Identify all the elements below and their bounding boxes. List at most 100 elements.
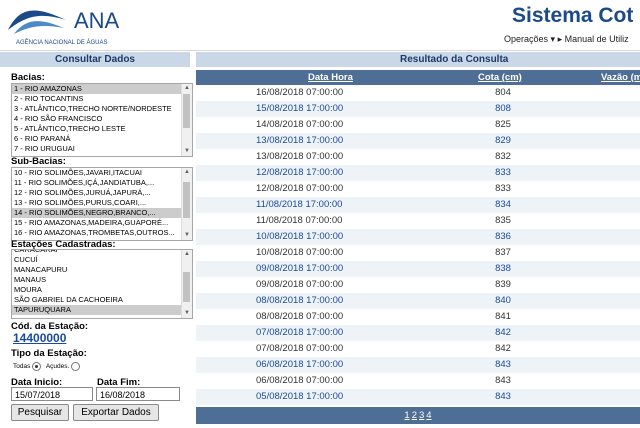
scroll-down-icon[interactable]: ▼ [182,231,192,240]
scrollbar-thumb[interactable] [183,272,190,302]
subbacias-scrollbar[interactable]: ▲ ▼ [181,168,192,240]
radio-todas[interactable] [32,362,42,371]
table-row: 11/08/2018 17:00:00 834 [196,197,640,213]
subbacia-option[interactable]: 16 - RIO AMAZONAS,TROMBETAS,OUTROS... [12,228,192,238]
scroll-down-icon[interactable]: ▼ [182,309,192,318]
logo-subtitle: AGÊNCIA NACIONAL DE ÁGUAS [16,40,108,46]
scroll-up-icon[interactable]: ▲ [182,84,192,93]
radio-acudes[interactable] [71,362,81,371]
tipo-radio-group: Todas Açudes. [13,362,83,371]
cell-datetime: 10/08/2018 17:00:00 [256,231,344,242]
cell-cota: 836 [495,231,511,242]
estacao-option[interactable]: TAPURUQUARA [12,305,192,315]
bacia-option[interactable]: 2 - RIO TOCANTINS [12,94,192,104]
cell-datetime: 11/08/2018 07:00:00 [256,215,343,226]
ana-wave-icon [8,10,66,34]
pesquisar-button[interactable]: Pesquisar [11,404,69,421]
bacia-option[interactable]: 7 - RIO URUGUAI [12,144,192,154]
cell-cota: 837 [495,247,511,258]
ana-logo: ANA AGÊNCIA NACIONAL DE ÁGUAS [6,2,126,46]
estacoes-scrollbar[interactable]: ▲ ▼ [181,250,192,318]
table-row: 07/08/2018 17:00:00 842 [196,325,640,341]
scroll-up-icon[interactable]: ▲ [182,250,192,259]
results-title-text: Resultado da Consulta [400,54,509,65]
bacia-option[interactable]: 1 - RIO AMAZONAS [12,84,192,94]
page-link-2[interactable]: 2 [412,410,417,421]
nav-operacoes[interactable]: Operações [504,34,548,44]
subbacias-label: Sub-Bacias: [11,156,66,167]
cell-cota: 843 [495,375,511,386]
bacias-scrollbar[interactable]: ▲ ▼ [181,84,192,156]
radio-acudes-label: Açudes. [45,363,70,371]
scroll-up-icon[interactable]: ▲ [182,168,192,177]
estacao-option[interactable]: MOURA [12,285,192,295]
cell-datetime: 08/08/2018 07:00:00 [256,311,344,322]
cell-cota: 832 [495,151,511,162]
cell-cota: 833 [495,183,511,194]
table-row: 06/08/2018 17:00:00 843 [196,357,640,373]
cell-cota: 835 [495,215,511,226]
cell-datetime: 14/08/2018 07:00:00 [256,119,344,130]
table-row: 12/08/2018 17:00:00 833 [196,165,640,181]
page-link-4[interactable]: 4 [426,410,431,421]
cell-datetime: 08/08/2018 17:00:00 [256,295,344,306]
data-inicio-input[interactable]: 15/07/2018 [11,387,93,401]
scroll-down-icon[interactable]: ▼ [182,147,192,156]
results-title: Resultado da Consulta [196,52,640,67]
bacias-listbox[interactable]: 1 - RIO AMAZONAS 2 - RIO TOCANTINS 3 - ATL… [11,83,193,157]
chevron-right-icon: ▸ [557,34,563,44]
bacia-option[interactable]: 3 - ATLÂNTICO,TRECHO NORTE/NORDESTE [12,104,192,114]
subbacias-listbox[interactable]: 10 - RIO SOLIMÕES,JAVARI,ITACUAI 11 - RIO… [11,167,193,241]
cell-datetime: 09/08/2018 17:00:00 [256,263,344,274]
subbacia-option[interactable]: 11 - RIO SOLIMÕES,IÇÁ,JANDIATUBA,... [12,178,192,188]
bacia-option[interactable]: 6 - RIO PARANÁ [12,134,192,144]
subbacia-option[interactable]: 15 - RIO AMAZONAS,MADEIRA,GUAPORÉ... [12,218,192,228]
table-row: 16/08/2018 07:00:00 804 [196,85,640,101]
subbacia-option[interactable]: 10 - RIO SOLIMÕES,JAVARI,ITACUAI [12,168,192,178]
bacia-option[interactable]: 4 - RIO SÃO FRANCISCO [12,114,192,124]
page-link-3[interactable]: 3 [419,410,424,421]
subbacia-option[interactable]: 12 - RIO SOLIMÕES,JURUÁ,JAPURÁ,... [12,188,192,198]
cell-cota: 808 [495,103,511,114]
table-row: 10/08/2018 07:00:00 837 [196,245,640,261]
cell-cota: 843 [495,359,511,370]
chevron-down-icon: ▾ [550,34,556,44]
table-row: 07/08/2018 07:00:00 842 [196,341,640,357]
scrollbar-thumb[interactable] [183,182,190,218]
cell-datetime: 12/08/2018 07:00:00 [256,183,344,194]
cell-cota: 841 [495,311,511,322]
results-table-body: 16/08/2018 07:00:00 804 15/08/2018 17:00:0… [196,85,640,405]
table-row: 13/08/2018 17:00:00 829 [196,133,640,149]
bacia-option[interactable]: 5 - ATLÂNTICO,TRECHO LESTE [12,124,192,134]
table-row: 09/08/2018 17:00:00 838 [196,261,640,277]
estacao-option[interactable]: MANAUS [12,275,192,285]
cell-cota: 842 [495,327,511,338]
subbacia-option[interactable]: 13 - RIO SOLIMÕES,PURUS,COARI,... [12,198,192,208]
cell-cota: 842 [495,343,511,354]
bacias-label: Bacias: [11,72,45,83]
cell-datetime: 07/08/2018 17:00:00 [256,327,344,338]
col-cota[interactable]: Cota (cm) [478,70,522,85]
data-fim-input[interactable]: 16/08/2018 [96,387,180,401]
subbacia-option[interactable]: 14 - RIO SOLIMÕES,NEGRO,BRANCO,... [12,208,192,218]
table-row: 15/08/2018 17:00:00 808 [196,101,640,117]
station-code-link[interactable]: 14400000 [13,331,66,345]
cell-datetime: 11/08/2018 17:00:00 [256,199,343,210]
cell-cota: 839 [495,279,511,290]
estacao-option[interactable]: SÃO GABRIEL DA CACHOEIRA [12,295,192,305]
page-link-1[interactable]: 1 [404,410,409,421]
estacao-option[interactable]: MANACAPURU [12,265,192,275]
estacoes-listbox[interactable]: CARACARAÍ CUCUÍ MANACAPURU MANAUS MOURA SÃO G… [11,249,193,319]
results-panel: Resultado da Consulta Data Hora Cota (cm… [196,52,640,428]
col-vazao[interactable]: Vazão (m [601,70,640,85]
cell-cota: 840 [495,295,511,306]
scrollbar-thumb[interactable] [183,94,190,128]
table-row: 12/08/2018 07:00:00 833 [196,181,640,197]
cell-datetime: 05/08/2018 17:00:00 [256,391,344,402]
col-data-hora[interactable]: Data Hora [308,70,353,85]
exportar-button[interactable]: Exportar Dados [73,404,159,421]
estacao-option[interactable]: CUCUÍ [12,255,192,265]
cell-cota: 838 [495,263,511,274]
table-row: 13/08/2018 07:00:00 832 [196,149,640,165]
nav-manual[interactable]: Manual de Utiliz [565,34,629,44]
